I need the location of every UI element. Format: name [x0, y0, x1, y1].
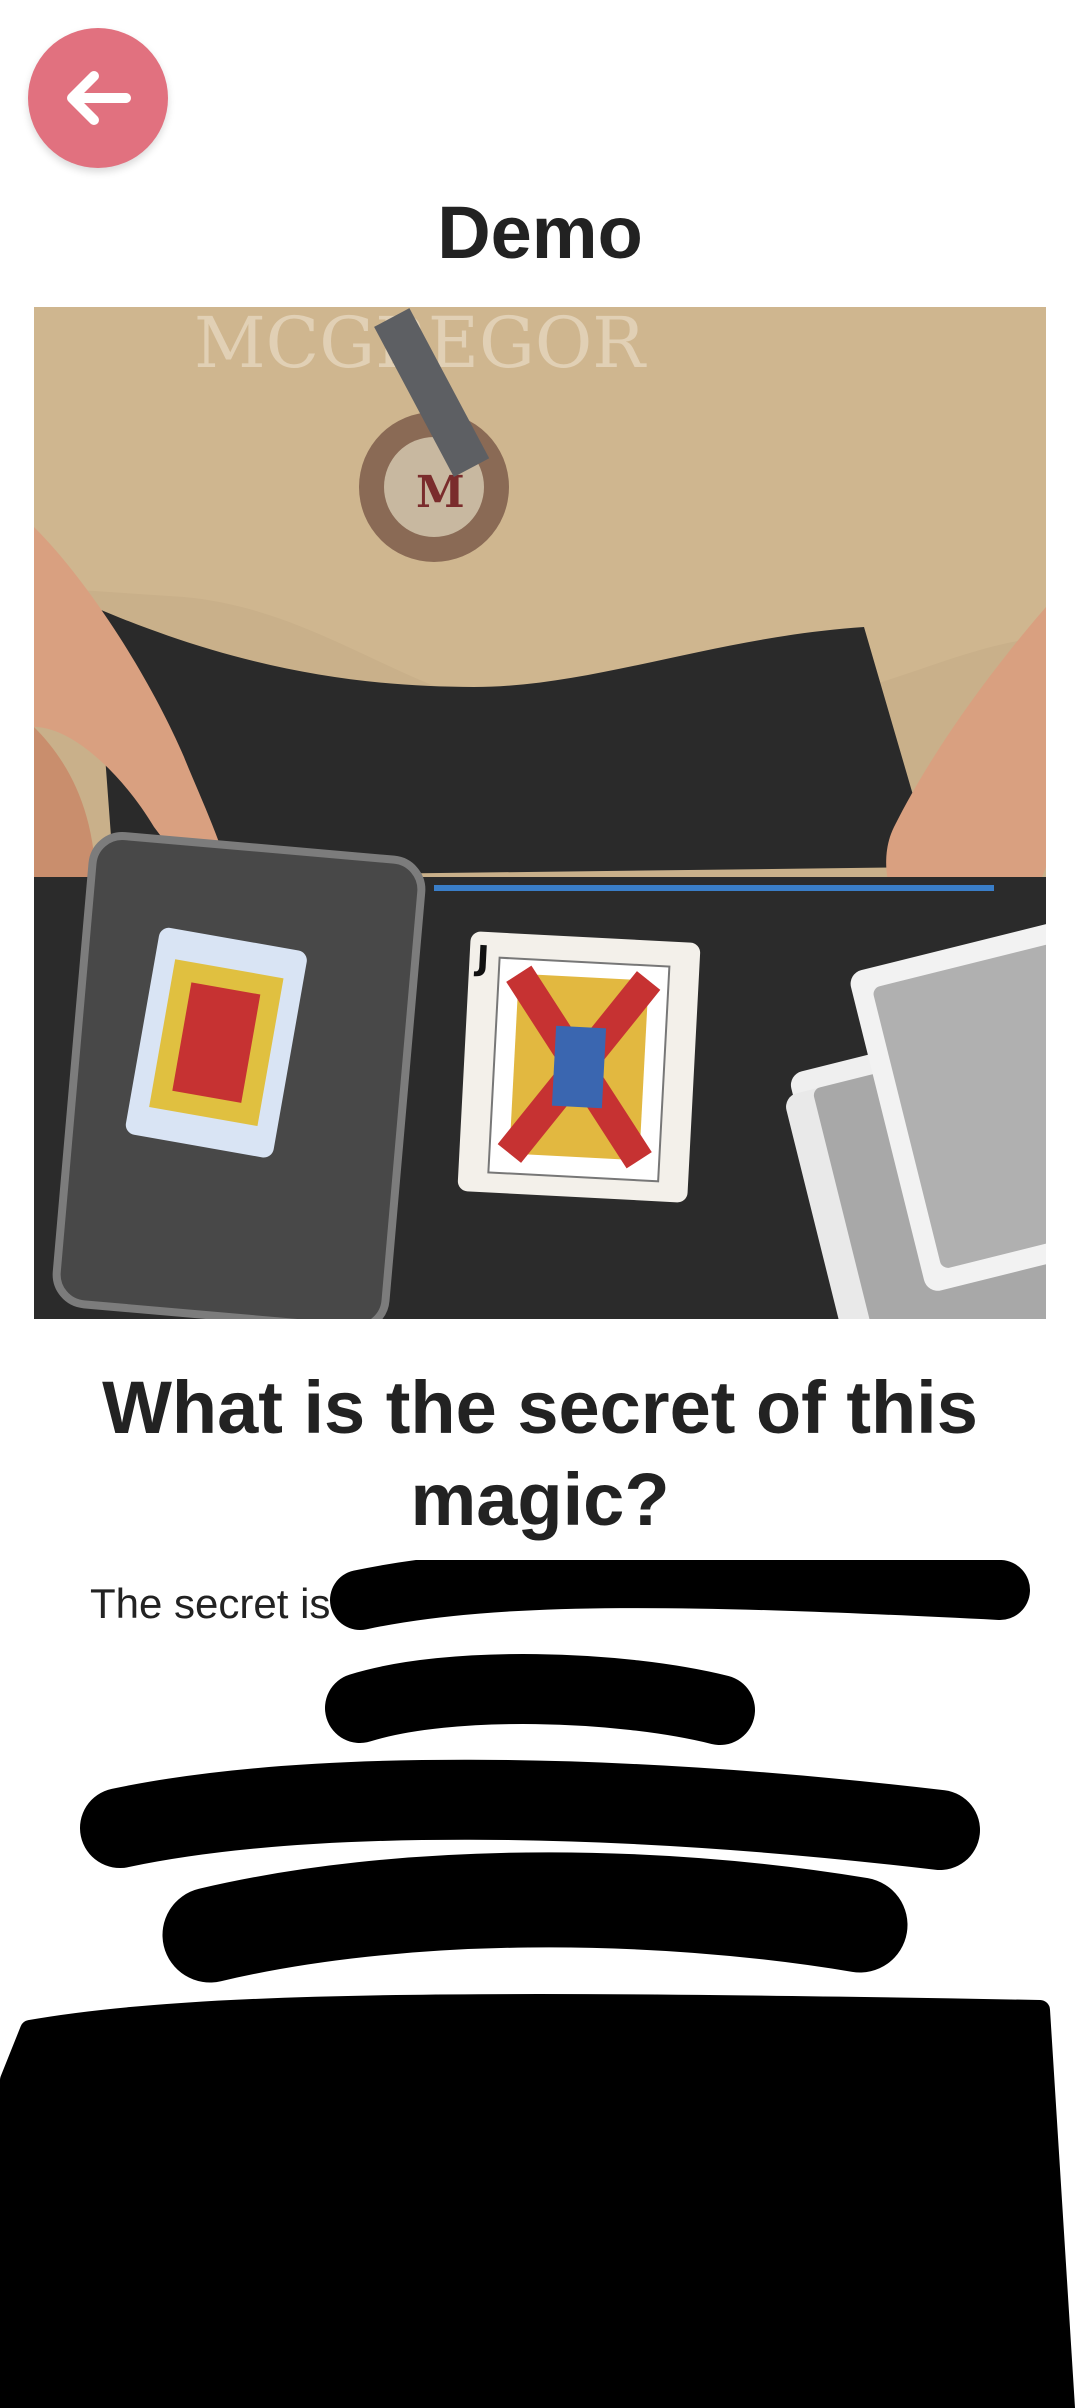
back-button[interactable] — [28, 28, 168, 168]
arrow-left-icon — [67, 71, 131, 125]
redaction-scribble — [0, 1560, 1080, 2408]
page-title: Demo — [437, 191, 643, 274]
demo-image: MCGREGOR M J — [34, 307, 1046, 1319]
question-heading: What is the secret of this magic? — [102, 1366, 978, 1541]
